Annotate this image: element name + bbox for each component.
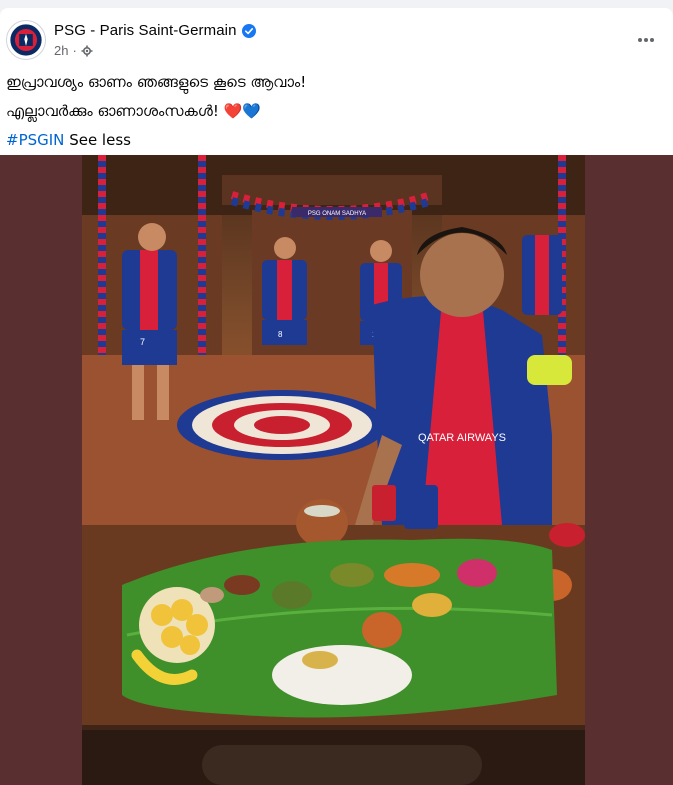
onam-sadhya-illustration: PSG ONAM SADHYA 7 8 QATAR AIRWAYS [82,155,585,785]
hashtag-link[interactable]: #PSGIN [6,131,64,149]
post-media[interactable]: PSG ONAM SADHYA 7 8 QATAR AIRWAYS [0,155,673,785]
verified-badge-icon [241,23,256,38]
psg-logo-icon [9,23,43,57]
name-row: PSG - Paris Saint-Germain [54,22,256,39]
shirt-number-8: 8 [278,330,283,339]
post-text-line-2: എല്ലാവർക്കും ഓണാശംസകൾ! ❤️💙 [6,97,646,126]
page-name-link[interactable]: PSG - Paris Saint-Germain [54,22,237,39]
page-avatar[interactable] [6,20,46,60]
post-text-line-3: #PSGIN See less [6,126,646,155]
post-text: ഇപ്രാവശ്യം ഓണം ഞങ്ങളുടെ കൂടെ ആവാം! എല്ലാ… [6,68,646,155]
post-card: PSG - Paris Saint-Germain 2h · ഇപ്രാവശ്യ… [0,8,673,785]
shirt-number-7: 7 [140,337,145,347]
banner-text: PSG ONAM SADHYA [308,211,366,217]
meta-separator: · [72,43,77,58]
shirt-sponsor: QATAR AIRWAYS [418,432,506,444]
post-text-line-2-text: എല്ലാവർക്കും ഓണാശംസകൾ! [6,102,219,120]
see-less-link[interactable]: See less [69,131,131,149]
audience-icon[interactable] [81,45,93,57]
heart-emoji: ❤️💙 [223,102,262,120]
post-header: PSG - Paris Saint-Germain 2h · [6,20,666,64]
post-timestamp[interactable]: 2h [54,43,68,58]
more-options-button[interactable] [632,26,660,54]
more-options-icon [638,38,654,42]
post-text-line-1: ഇപ്രാവശ്യം ഓണം ഞങ്ങളുടെ കൂടെ ആവാം! [6,73,307,91]
post-meta: 2h · [54,43,93,58]
post-photo[interactable]: PSG ONAM SADHYA 7 8 QATAR AIRWAYS [82,155,585,785]
